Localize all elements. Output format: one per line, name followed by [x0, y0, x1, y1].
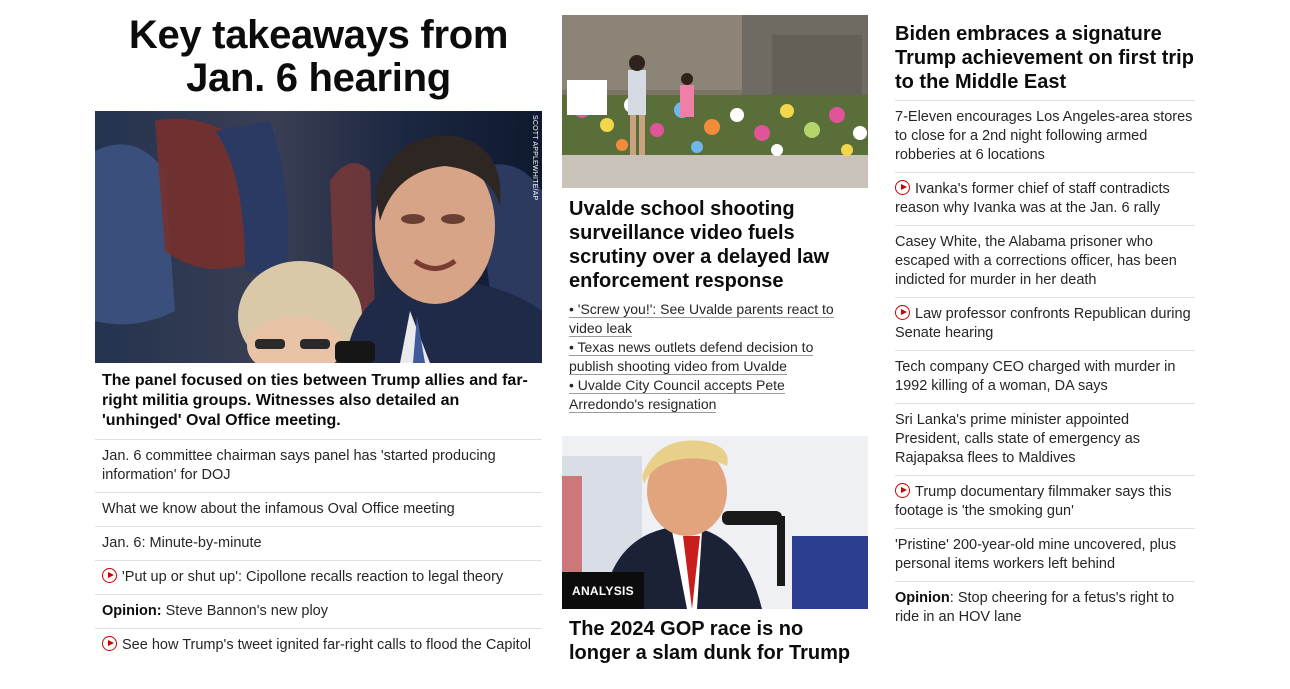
uvalde-related-links: • 'Screw you!': See Uvalde parents react…: [562, 297, 868, 414]
list-item[interactable]: Jan. 6 committee chairman says panel has…: [95, 440, 542, 493]
list-item[interactable]: • Texas news outlets defend decision to …: [569, 338, 861, 376]
uvalde-headline[interactable]: Uvalde school shooting surveillance vide…: [562, 188, 868, 297]
right-headline-list: 7-Eleven encourages Los Angeles-area sto…: [895, 101, 1195, 634]
biden-headline[interactable]: Biden embraces a signature Trump achieve…: [895, 22, 1195, 101]
video-play-icon: [102, 636, 117, 651]
gop-headline[interactable]: The 2024 GOP race is no longer a slam du…: [562, 609, 868, 665]
list-item[interactable]: Law professor confronts Republican durin…: [895, 298, 1195, 351]
uvalde-memorial-photo[interactable]: [562, 15, 868, 188]
opinion-label: Opinion: [895, 590, 950, 606]
list-item[interactable]: Casey White, the Alabama prisoner who es…: [895, 226, 1195, 298]
video-play-icon: [895, 180, 910, 195]
list-item[interactable]: • 'Screw you!': See Uvalde parents react…: [569, 300, 861, 338]
lead-headline[interactable]: Key takeaways from Jan. 6 hearing: [95, 14, 542, 100]
lead-description[interactable]: The panel focused on ties between Trump …: [95, 363, 542, 440]
left-related-links: Jan. 6 committee chairman says panel has…: [95, 440, 542, 662]
hearing-photo-art: [95, 111, 542, 363]
list-item[interactable]: See how Trump's tweet ignited far-right …: [95, 629, 542, 662]
link-text[interactable]: Steve Bannon's new ploy: [162, 603, 328, 619]
right-column: Biden embraces a signature Trump achieve…: [895, 0, 1195, 634]
list-item[interactable]: 'Pristine' 200-year-old mine uncovered, …: [895, 529, 1195, 582]
video-play-icon: [895, 305, 910, 320]
link-text[interactable]: Sri Lanka's prime minister appointed Pre…: [895, 412, 1140, 466]
list-item[interactable]: Opinion: Stop cheering for a fetus's rig…: [895, 582, 1195, 634]
list-item[interactable]: Trump documentary filmmaker says this fo…: [895, 476, 1195, 529]
link-text[interactable]: Trump documentary filmmaker says this fo…: [895, 484, 1172, 519]
link-text[interactable]: • Uvalde City Council accepts Pete Arred…: [569, 377, 785, 413]
list-item[interactable]: 'Put up or shut up': Cipollone recalls r…: [95, 561, 542, 595]
list-item[interactable]: Ivanka's former chief of staff contradic…: [895, 173, 1195, 226]
link-text[interactable]: 7-Eleven encourages Los Angeles-area sto…: [895, 109, 1192, 163]
link-text[interactable]: Law professor confronts Republican durin…: [895, 306, 1191, 341]
list-item[interactable]: • Uvalde City Council accepts Pete Arred…: [569, 376, 861, 414]
link-text[interactable]: 'Pristine' 200-year-old mine uncovered, …: [895, 537, 1176, 572]
middle-column: Uvalde school shooting surveillance vide…: [562, 0, 868, 665]
image-credit: SCOTT APPLEWHITE/AP: [531, 115, 538, 201]
link-text[interactable]: Jan. 6: Minute-by-minute: [102, 535, 262, 551]
list-item[interactable]: What we know about the infamous Oval Off…: [95, 493, 542, 527]
list-item[interactable]: Jan. 6: Minute-by-minute: [95, 527, 542, 561]
link-text[interactable]: What we know about the infamous Oval Off…: [102, 501, 455, 517]
list-item[interactable]: Opinion: Steve Bannon's new ploy: [95, 595, 542, 629]
link-text[interactable]: Casey White, the Alabama prisoner who es…: [895, 234, 1177, 288]
video-play-icon: [895, 483, 910, 498]
hearing-photo[interactable]: SCOTT APPLEWHITE/AP: [95, 111, 542, 363]
opinion-label: Opinion:: [102, 603, 162, 619]
link-text[interactable]: • Texas news outlets defend decision to …: [569, 339, 814, 375]
video-play-icon: [102, 568, 117, 583]
link-text[interactable]: Jan. 6 committee chairman says panel has…: [102, 448, 496, 483]
link-text[interactable]: • 'Screw you!': See Uvalde parents react…: [569, 301, 834, 337]
link-text[interactable]: Ivanka's former chief of staff contradic…: [895, 181, 1170, 216]
link-text[interactable]: See how Trump's tweet ignited far-right …: [122, 637, 531, 653]
left-column: Key takeaways from Jan. 6 hearing SCOTT …: [95, 0, 542, 662]
uvalde-photo-art: [562, 15, 868, 188]
list-item[interactable]: Tech company CEO charged with murder in …: [895, 351, 1195, 404]
list-item[interactable]: 7-Eleven encourages Los Angeles-area sto…: [895, 101, 1195, 173]
list-item[interactable]: Sri Lanka's prime minister appointed Pre…: [895, 404, 1195, 476]
link-text[interactable]: 'Put up or shut up': Cipollone recalls r…: [122, 569, 503, 585]
analysis-badge: ANALYSIS: [562, 572, 644, 609]
link-text[interactable]: Tech company CEO charged with murder in …: [895, 359, 1175, 394]
trump-photo[interactable]: ANALYSIS: [562, 436, 868, 609]
